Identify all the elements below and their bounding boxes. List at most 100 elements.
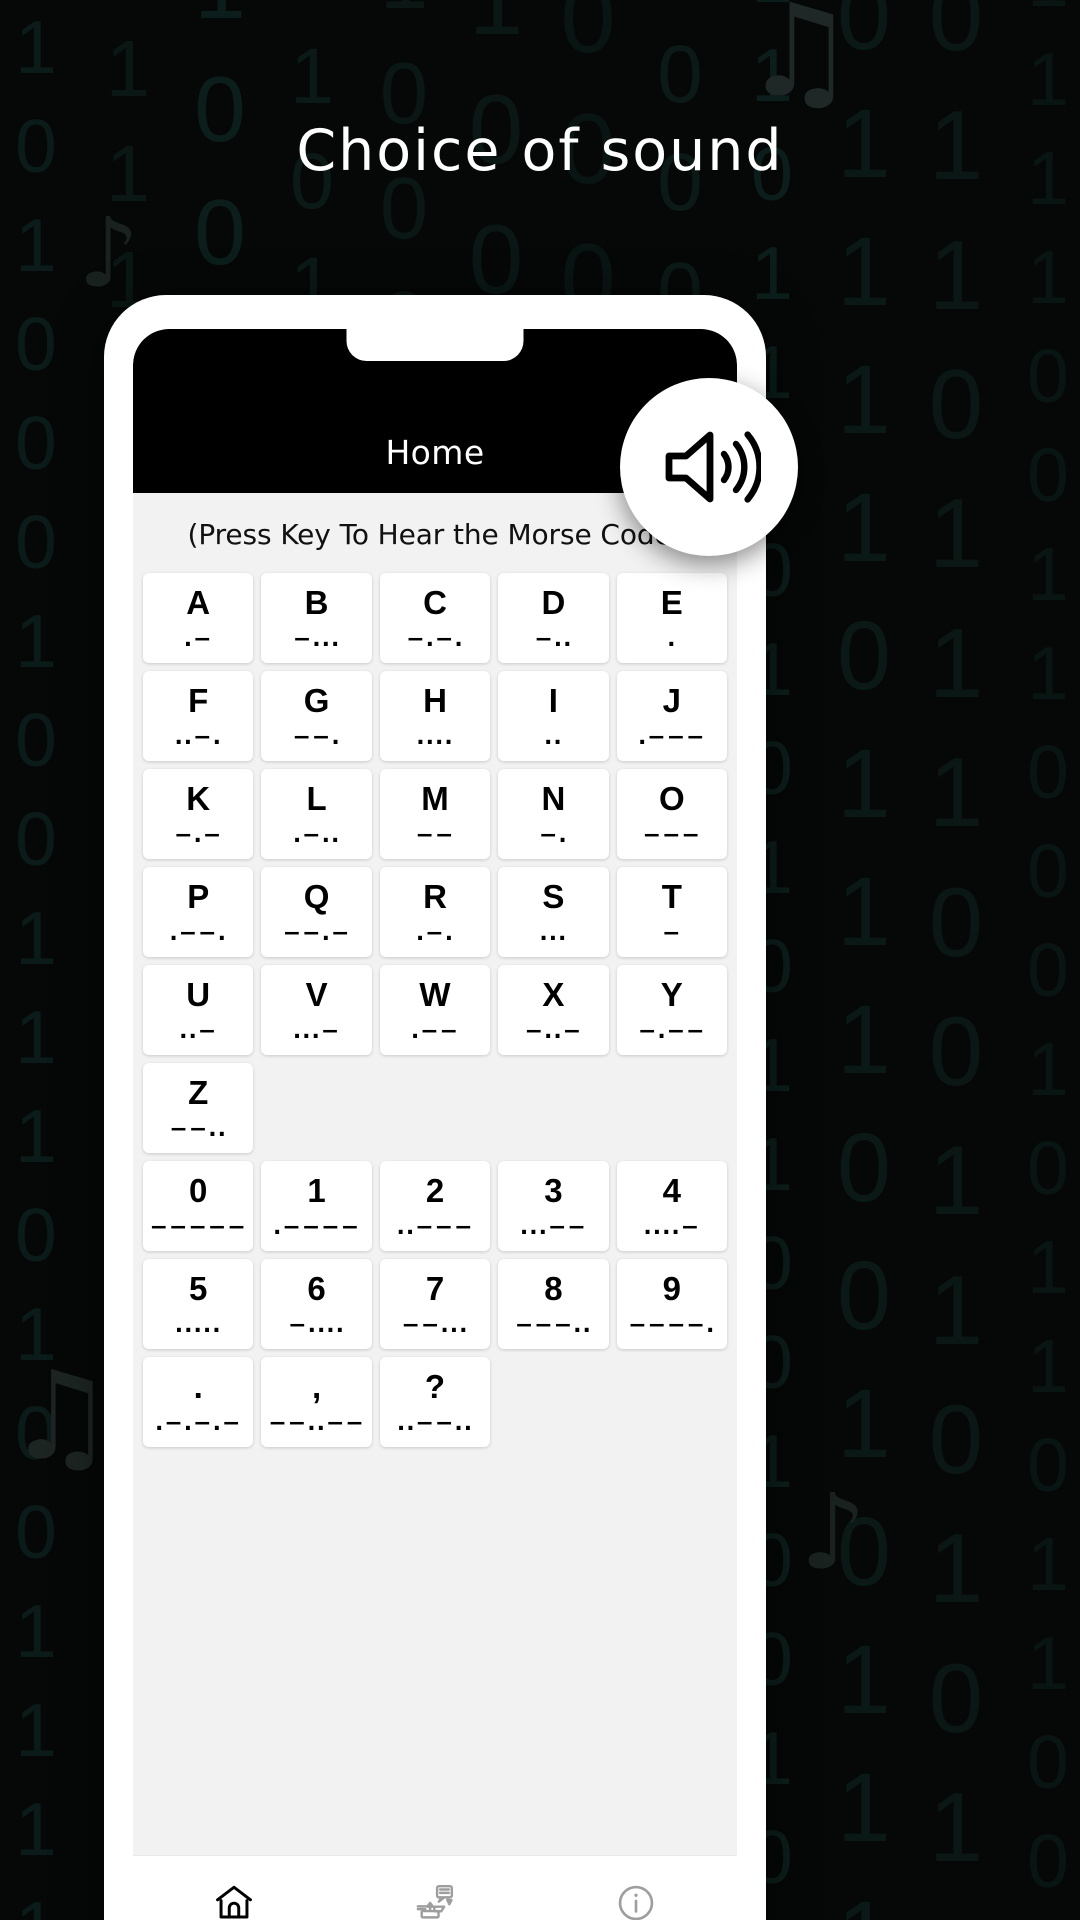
morse-key-code: . xyxy=(667,626,677,652)
morse-key-char: B xyxy=(304,583,329,621)
info-circle-icon xyxy=(614,1880,658,1920)
morse-key-char: M xyxy=(421,779,449,817)
morse-key[interactable]: , −−..−− xyxy=(261,1357,372,1447)
morse-key-code: −.... xyxy=(288,1312,346,1338)
morse-key-code: .. xyxy=(544,724,563,750)
phone-notch xyxy=(346,329,524,361)
morse-key[interactable]: G −−. xyxy=(261,671,372,761)
morse-key[interactable]: W .−− xyxy=(379,965,491,1055)
morse-key-code: ...− xyxy=(292,1018,341,1044)
converter-icon xyxy=(413,1880,457,1920)
morse-key-char: G xyxy=(303,681,330,719)
morse-key[interactable]: 1 .−−−− xyxy=(261,1161,372,1251)
nav-item-home[interactable]: Home xyxy=(133,1880,334,1920)
morse-key-code: −.−− xyxy=(637,1018,706,1044)
morse-key[interactable]: . .−.−.− xyxy=(143,1357,254,1447)
morse-key-char: X xyxy=(542,975,565,1013)
morse-key[interactable]: H.... xyxy=(379,671,491,761)
binary-column: 0 1 1 1 1 0 1 1 1 0 0 1 0 1 1 1 1 0 xyxy=(837,0,891,1920)
morse-key-char: 8 xyxy=(544,1269,563,1307)
home-icon xyxy=(212,1880,256,1920)
morse-key-char: Z xyxy=(188,1073,209,1111)
morse-key[interactable]: U ..− xyxy=(143,965,254,1055)
morse-key-char: ? xyxy=(424,1367,446,1405)
nav-item-app-info[interactable]: App info xyxy=(536,1880,737,1920)
morse-key-char: 7 xyxy=(425,1269,445,1307)
morse-key[interactable]: M −− xyxy=(379,769,491,859)
morse-key-char: C xyxy=(423,583,447,621)
morse-key[interactable]: F ..−. xyxy=(143,671,254,761)
morse-key-char: H xyxy=(423,681,447,719)
morse-key[interactable]: 2 ..−−− xyxy=(379,1161,491,1251)
morse-key[interactable]: A .− xyxy=(143,573,254,663)
music-note-icon: ♪ xyxy=(800,1471,867,1593)
morse-key[interactable]: ? ..−−.. xyxy=(379,1357,491,1447)
morse-key-char: S xyxy=(542,877,565,915)
morse-key-code: ....− xyxy=(643,1214,701,1240)
letter-key-grid: A .− B −... C −.−. D −.. E. F ..−. G −−. H.... I.. J .−−… xyxy=(143,573,727,1153)
morse-key[interactable]: X −..− xyxy=(498,965,609,1055)
morse-key-char: A xyxy=(186,583,211,621)
morse-key-char: T xyxy=(661,877,682,915)
morse-key-char: J xyxy=(662,681,681,719)
morse-key[interactable]: C −.−. xyxy=(379,573,491,663)
morse-key[interactable]: 8 −−−.. xyxy=(498,1259,609,1349)
morse-key[interactable]: 3 ...−− xyxy=(498,1161,609,1251)
morse-key-code: −−..−− xyxy=(268,1410,365,1436)
music-note-icon: ♫ xyxy=(6,1345,116,1487)
sound-toggle-button[interactable] xyxy=(620,378,798,556)
morse-key[interactable]: K −.− xyxy=(143,769,254,859)
morse-key-code: .−− xyxy=(410,1018,460,1044)
morse-key-code: .−−− xyxy=(637,724,706,750)
morse-key[interactable]: 7 −−... xyxy=(379,1259,491,1349)
key-pad: A .− B −... C −.−. D −.. E. F ..−. G −−. H.... I.. J .−−… xyxy=(133,551,737,1447)
morse-key[interactable]: N −. xyxy=(498,769,609,859)
morse-key[interactable]: Y −.−− xyxy=(616,965,727,1055)
morse-key-char: W xyxy=(419,975,451,1013)
digit-key-grid: 0 −−−−− 1 .−−−− 2 ..−−− 3 ...−− 4 ....− 5..... 6 −..… xyxy=(143,1161,727,1349)
morse-key[interactable]: V ...− xyxy=(261,965,372,1055)
morse-key[interactable]: S... xyxy=(498,867,609,957)
morse-key[interactable]: B −... xyxy=(261,573,372,663)
punctuation-key-grid: . .−.−.−, −−..−− ? ..−−.. xyxy=(143,1357,727,1447)
morse-key-code: .− xyxy=(183,626,213,652)
morse-key-code: −.−. xyxy=(406,626,464,652)
morse-key-char: 3 xyxy=(544,1171,563,1209)
morse-key-code: .−−−− xyxy=(273,1214,361,1240)
morse-key[interactable]: 9 −−−−. xyxy=(616,1259,727,1349)
binary-column: 0 1 1 0 1 1 1 0 0 1 1 0 1 0 1 1 0 xyxy=(928,0,984,1920)
morse-key[interactable]: I.. xyxy=(498,671,609,761)
morse-key[interactable]: R .−. xyxy=(379,867,491,957)
morse-key-char: U xyxy=(186,975,211,1013)
bottom-navigation-bar: Home xyxy=(133,1855,737,1920)
morse-key[interactable]: J .−−− xyxy=(616,671,727,761)
page-title: Choice of sound xyxy=(296,118,784,184)
morse-key[interactable]: O −−− xyxy=(616,769,727,859)
morse-key-char: . xyxy=(193,1367,203,1405)
morse-key[interactable]: D −.. xyxy=(498,573,609,663)
phone-screen: Home (Press Key To Hear the Morse Code) … xyxy=(133,329,737,1920)
morse-key[interactable]: Q −−.− xyxy=(261,867,372,957)
morse-key[interactable]: 0 −−−−− xyxy=(143,1161,254,1251)
morse-key[interactable]: 4 ....− xyxy=(616,1161,727,1251)
morse-key[interactable]: 6 −.... xyxy=(261,1259,372,1349)
morse-key-char: , xyxy=(312,1367,322,1405)
morse-key-code: −−.. xyxy=(169,1116,227,1142)
nav-item-converter[interactable]: Converter xyxy=(334,1880,535,1920)
morse-key-char: Q xyxy=(303,877,330,915)
morse-key[interactable]: 5..... xyxy=(143,1259,254,1349)
morse-key[interactable]: Z −−.. xyxy=(143,1063,254,1153)
morse-key[interactable]: L .−.. xyxy=(261,769,372,859)
morse-key-code: .−−. xyxy=(169,920,227,946)
morse-key[interactable]: E. xyxy=(616,573,727,663)
morse-key-code: .−.−.− xyxy=(155,1410,242,1436)
morse-key-char: E xyxy=(660,583,683,621)
morse-key[interactable]: P .−−. xyxy=(143,867,254,957)
morse-key[interactable]: T − xyxy=(616,867,727,957)
morse-key-char: I xyxy=(548,681,558,719)
morse-key-char: 5 xyxy=(189,1269,208,1307)
morse-key-code: .−.. xyxy=(292,822,341,848)
morse-key-code: −−.− xyxy=(282,920,351,946)
morse-key-char: L xyxy=(306,779,327,817)
morse-key-char: 9 xyxy=(662,1269,681,1307)
